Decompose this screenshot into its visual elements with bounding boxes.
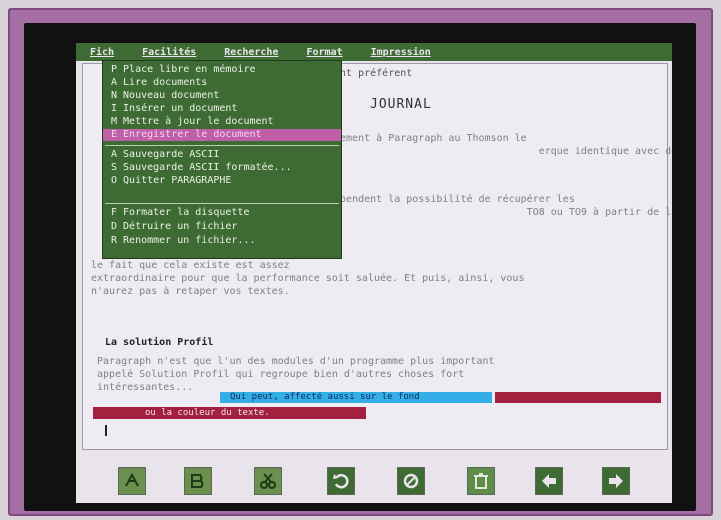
trash-icon[interactable] bbox=[467, 467, 495, 495]
menu-format[interactable]: Format bbox=[292, 47, 356, 58]
paragraph-3: le fait que cela existe est assez extrao… bbox=[91, 260, 525, 297]
menu-impression[interactable]: Impression bbox=[357, 47, 445, 58]
menu-item-lire-documents[interactable]: A Lire documents bbox=[111, 77, 207, 89]
section-heading: La solution Profil bbox=[105, 337, 214, 348]
bottom-toolbar bbox=[76, 450, 672, 503]
highlighted-block-red bbox=[495, 392, 661, 403]
menu-item-place-libre[interactable]: P Place libre en mémoire bbox=[111, 64, 256, 76]
scissors-icon[interactable] bbox=[254, 467, 282, 495]
tool-a-icon[interactable] bbox=[118, 467, 146, 495]
document-title: JOURNAL bbox=[370, 97, 432, 112]
redo-icon[interactable] bbox=[397, 467, 425, 495]
highlighted-text-red[interactable]: ou la couleur du texte. bbox=[93, 407, 366, 419]
menu-item-sauvegarde-ascii[interactable]: A Sauvegarde ASCII bbox=[111, 149, 219, 161]
menu-item-inserer-document[interactable]: I Insérer un document bbox=[111, 103, 237, 115]
file-menu-dropdown: P Place libre en mémoire A Lire document… bbox=[102, 60, 342, 259]
undo-icon[interactable] bbox=[327, 467, 355, 495]
menu-fichier[interactable]: Fich bbox=[76, 47, 128, 58]
menu-item-sauvegarde-ascii-formatee[interactable]: S Sauvegarde ASCII formatée... bbox=[111, 162, 292, 174]
menu-separator bbox=[105, 145, 339, 146]
paragraph-4: Paragraph n'est que l'un des modules d'u… bbox=[97, 356, 495, 393]
app-screen: Fich Facilités Recherche Format Impressi… bbox=[76, 43, 672, 503]
menu-item-quitter[interactable]: O Quitter PARAGRAPHE bbox=[111, 175, 231, 187]
menu-item-detruire-fichier[interactable]: D Détruire un fichier bbox=[111, 221, 237, 233]
highlighted-text-blue[interactable]: Qui peut, affecté aussi sur le fond bbox=[220, 392, 492, 403]
paragraph-1: rtement à Paragraph au Thomson le erque … bbox=[328, 133, 672, 157]
tool-b-icon[interactable] bbox=[184, 467, 212, 495]
menu-recherche[interactable]: Recherche bbox=[210, 47, 292, 58]
menu-item-renommer-fichier[interactable]: R Renommer un fichier... bbox=[111, 235, 256, 247]
menu-facilites[interactable]: Facilités bbox=[128, 47, 210, 58]
menu-separator bbox=[105, 203, 339, 204]
menu-item-mettre-a-jour[interactable]: M Mettre à jour le document bbox=[111, 116, 274, 128]
menu-item-nouveau-document[interactable]: N Nouveau document bbox=[111, 90, 219, 102]
arrow-left-icon[interactable] bbox=[535, 467, 563, 495]
arrow-right-icon[interactable] bbox=[602, 467, 630, 495]
menu-item-enregistrer-selected[interactable]: E Enregistrer le document bbox=[103, 129, 341, 141]
paragraph-2: dépendent la possibilité de récupérer le… bbox=[328, 194, 672, 218]
menubar: Fich Facilités Recherche Format Impressi… bbox=[76, 43, 672, 61]
text-cursor bbox=[105, 425, 107, 436]
menu-item-formater-disquette[interactable]: F Formater la disquette bbox=[111, 207, 249, 219]
